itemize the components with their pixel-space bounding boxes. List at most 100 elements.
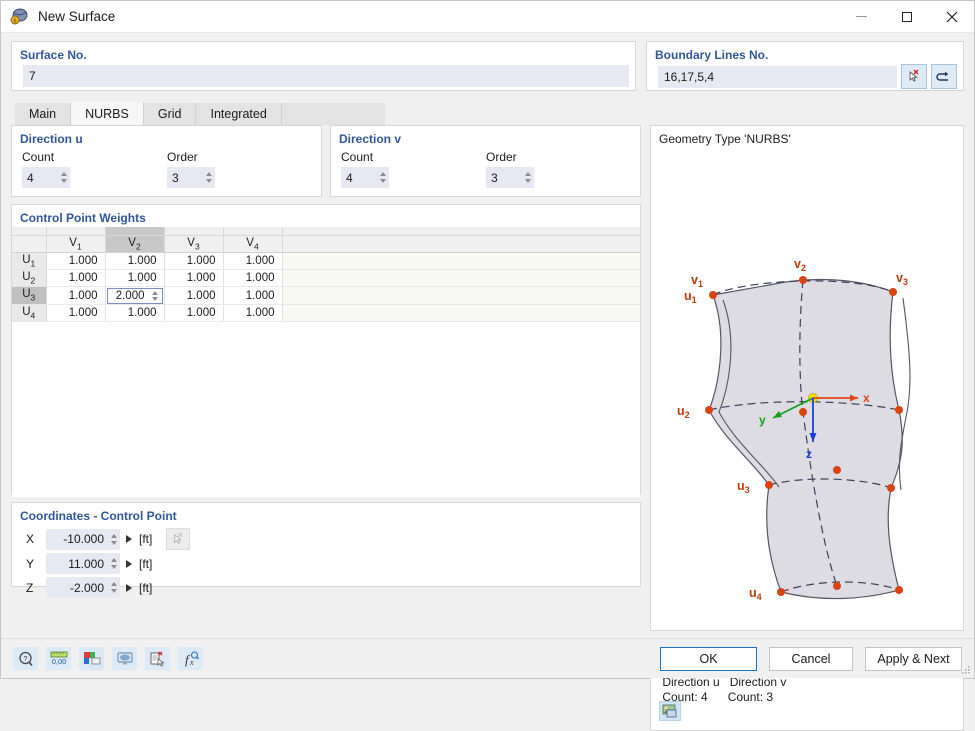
- header-v1[interactable]: V1: [46, 235, 106, 253]
- spinner-icon[interactable]: [149, 288, 162, 303]
- spinner-icon[interactable]: [376, 167, 389, 188]
- table-empty-area: [12, 321, 640, 498]
- tab-grid[interactable]: Grid: [143, 103, 197, 125]
- header-v4[interactable]: V4: [223, 235, 283, 253]
- pick-point-icon[interactable]: [166, 528, 191, 550]
- tab-integrated[interactable]: Integrated: [196, 103, 282, 125]
- expand-arrow-icon[interactable]: [126, 535, 132, 543]
- cell-u3-v2[interactable]: 2.000: [105, 286, 165, 305]
- table-row[interactable]: U1 1.000 1.000 1.000 1.000: [12, 252, 640, 271]
- control-point-weights-title: Control Point Weights: [20, 211, 146, 225]
- direction-u-count-value: 4: [27, 170, 34, 185]
- table-header-row: V1 V2 V3 V4: [12, 235, 640, 253]
- coordinate-unit-y: [ft]: [139, 556, 153, 571]
- cell-u3-v3[interactable]: 1.000: [164, 286, 224, 305]
- cell-u2-v4[interactable]: 1.000: [223, 269, 283, 288]
- table-row[interactable]: U3 1.000 2.000 1.000 1.000: [12, 286, 640, 305]
- col-select-v3[interactable]: [164, 227, 224, 236]
- view-settings-icon[interactable]: [112, 647, 137, 670]
- coordinate-value-y: 11.000: [68, 556, 104, 571]
- column-select-strip[interactable]: [12, 227, 640, 236]
- cell-editor[interactable]: 2.000: [106, 287, 163, 304]
- cell-u4-v4[interactable]: 1.000: [223, 304, 283, 322]
- table-row[interactable]: U2 1.000 1.000 1.000 1.000: [12, 269, 640, 288]
- coordinate-input-x[interactable]: -10.000: [46, 528, 120, 550]
- spinner-icon[interactable]: [107, 553, 120, 574]
- resize-grip-icon[interactable]: [961, 665, 971, 675]
- label-u1: u1: [684, 289, 697, 305]
- cancel-button[interactable]: Cancel: [769, 646, 853, 671]
- spinner-icon[interactable]: [57, 167, 70, 188]
- cell-u4-v1[interactable]: 1.000: [46, 304, 106, 322]
- expand-arrow-icon[interactable]: [126, 559, 132, 568]
- comment-icon[interactable]: [145, 647, 170, 670]
- coordinate-label-x: X: [26, 532, 35, 546]
- row-header-u2[interactable]: U2: [12, 269, 47, 288]
- cell-u2-v3[interactable]: 1.000: [164, 269, 224, 288]
- minimize-icon[interactable]: [839, 1, 884, 33]
- nurbs-surface-preview[interactable]: x y z u1 u2 u3 u4 v1 v2 v3: [651, 140, 964, 610]
- spinner-icon[interactable]: [521, 167, 534, 188]
- expand-arrow-icon[interactable]: [126, 583, 132, 592]
- direction-v-order-input[interactable]: 3: [486, 167, 534, 188]
- apply-next-button[interactable]: Apply & Next: [865, 646, 962, 671]
- header-v3[interactable]: V3: [164, 235, 224, 253]
- coordinates-title: Coordinates - Control Point: [20, 509, 177, 523]
- coordinate-input-z[interactable]: -2.000: [46, 577, 120, 598]
- cell-u4-v2[interactable]: 1.000: [105, 304, 165, 322]
- spinner-icon[interactable]: [107, 529, 120, 550]
- units-decimal-icon[interactable]: 0,00: [46, 647, 71, 670]
- surface-no-group: Surface No. 7: [11, 41, 636, 91]
- close-icon[interactable]: [929, 1, 974, 33]
- ok-button[interactable]: OK: [660, 646, 757, 671]
- col-select-v4[interactable]: [223, 227, 283, 236]
- help-icon[interactable]: ?: [13, 647, 38, 670]
- tab-filler: [281, 103, 385, 125]
- corner-select-cell[interactable]: [12, 227, 47, 236]
- cell-u3-v4[interactable]: 1.000: [223, 286, 283, 305]
- axis-label-x: x: [863, 391, 870, 405]
- coordinate-value-x: -10.000: [63, 532, 104, 546]
- cell-u3-v1[interactable]: 1.000: [46, 286, 106, 305]
- formula-icon[interactable]: fx: [178, 647, 203, 670]
- cell-u1-v1[interactable]: 1.000: [46, 252, 106, 271]
- weights-table[interactable]: V1 V2 V3 V4 U1 1.000 1.000 1.000 1.000 U…: [12, 227, 640, 498]
- surface-no-title: Surface No.: [20, 48, 87, 62]
- coordinate-input-y[interactable]: 11.000: [46, 553, 120, 574]
- surface-no-input[interactable]: 7: [23, 65, 629, 87]
- window-controls: [839, 1, 974, 33]
- direction-u-count-input[interactable]: 4: [22, 167, 70, 188]
- spinner-icon[interactable]: [107, 577, 120, 598]
- row-header-u3[interactable]: U3: [12, 286, 47, 305]
- coordinate-unit-x: [ft]: [139, 532, 153, 546]
- direction-u-group: Direction u Count 4 Order 3: [11, 125, 322, 197]
- cell-u4-v3[interactable]: 1.000: [164, 304, 224, 322]
- cell-u2-v2[interactable]: 1.000: [105, 269, 165, 288]
- display-properties-icon[interactable]: [79, 647, 104, 670]
- cell-u1-v4[interactable]: 1.000: [223, 252, 283, 271]
- cell-u1-v2[interactable]: 1.000: [105, 252, 165, 271]
- direction-u-order-field: Order 3: [167, 150, 312, 188]
- direction-v-count-label: Count: [341, 150, 374, 164]
- col-select-v1[interactable]: [46, 227, 106, 236]
- table-row[interactable]: U4 1.000 1.000 1.000 1.000: [12, 304, 640, 322]
- direction-u-order-input[interactable]: 3: [167, 167, 215, 188]
- maximize-icon[interactable]: [884, 1, 929, 33]
- cell-u1-v3[interactable]: 1.000: [164, 252, 224, 271]
- cell-u2-v1[interactable]: 1.000: [46, 269, 106, 288]
- tab-nurbs[interactable]: NURBS: [71, 102, 144, 125]
- spinner-icon[interactable]: [202, 167, 215, 188]
- tab-main[interactable]: Main: [15, 103, 72, 125]
- row-header-u4[interactable]: U4: [12, 304, 47, 322]
- picture-icon[interactable]: [659, 701, 681, 721]
- table-blank: [12, 321, 640, 498]
- cell-u2-tail: [282, 269, 640, 288]
- reverse-direction-icon[interactable]: [930, 64, 957, 89]
- boundary-lines-input[interactable]: 16,17,5,4: [658, 65, 897, 88]
- pick-lines-icon[interactable]: [900, 64, 927, 89]
- col-select-v2[interactable]: [105, 227, 165, 236]
- row-header-u1[interactable]: U1: [12, 252, 47, 271]
- direction-v-count-input[interactable]: 4: [341, 167, 389, 188]
- header-v2[interactable]: V2: [105, 235, 165, 253]
- direction-u-order-label: Order: [167, 150, 198, 164]
